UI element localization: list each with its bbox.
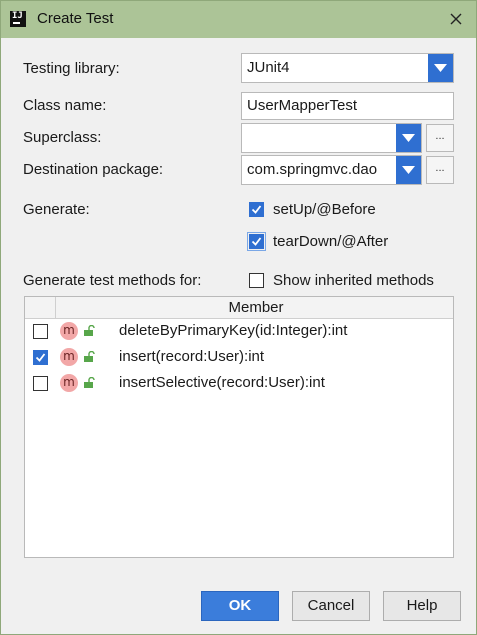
testing-library-label: Testing library: bbox=[23, 60, 120, 77]
destination-package-browse-button[interactable]: ... bbox=[426, 156, 454, 184]
generate-label: Generate: bbox=[23, 201, 90, 218]
member-column-header[interactable]: Member bbox=[25, 299, 477, 316]
superclass-browse-button[interactable]: ... bbox=[426, 124, 454, 152]
member-name: insertSelective(record:User):int bbox=[119, 374, 325, 391]
setup-label: setUp/@Before bbox=[273, 201, 376, 218]
generate-methods-label: Generate test methods for: bbox=[23, 272, 202, 289]
teardown-label: tearDown/@After bbox=[273, 233, 389, 250]
help-button[interactable]: Help bbox=[383, 591, 461, 621]
method-icon: m bbox=[60, 348, 78, 366]
show-inherited-checkbox[interactable] bbox=[249, 273, 264, 288]
close-icon[interactable] bbox=[444, 7, 468, 31]
table-row[interactable]: m insert(record:User):int bbox=[25, 345, 453, 371]
destination-package-label: Destination package: bbox=[23, 161, 164, 178]
chevron-down-icon[interactable] bbox=[428, 54, 453, 82]
method-icon: m bbox=[60, 322, 78, 340]
member-name: insert(record:User):int bbox=[119, 348, 265, 365]
window-title: Create Test bbox=[37, 10, 114, 27]
row-checkbox[interactable] bbox=[33, 324, 48, 339]
app-icon-text: IJ bbox=[12, 11, 23, 21]
cancel-button[interactable]: Cancel bbox=[292, 591, 370, 621]
table-row[interactable]: m deleteByPrimaryKey(id:Integer):int bbox=[25, 319, 453, 345]
superclass-label: Superclass: bbox=[23, 129, 102, 146]
chevron-down-icon[interactable] bbox=[396, 124, 421, 152]
testing-library-dropdown[interactable]: JUnit4 bbox=[241, 53, 454, 83]
chevron-down-icon[interactable] bbox=[396, 156, 421, 184]
create-test-dialog: IJ Create Test Testing library: JUnit4 C… bbox=[0, 0, 477, 635]
class-name-field[interactable]: UserMapperTest bbox=[241, 92, 454, 120]
table-header: Member bbox=[25, 297, 453, 319]
unlock-icon bbox=[84, 377, 95, 388]
method-icon: m bbox=[60, 374, 78, 392]
teardown-checkbox[interactable] bbox=[247, 232, 266, 251]
table-row[interactable]: m insertSelective(record:User):int bbox=[25, 371, 453, 397]
destination-package-combo[interactable]: com.springmvc.dao bbox=[241, 155, 422, 185]
superclass-combo[interactable] bbox=[241, 123, 422, 153]
members-table: Member m deleteByPrimaryKey(id:Integer):… bbox=[24, 296, 454, 558]
row-checkbox[interactable] bbox=[33, 350, 48, 365]
show-inherited-label: Show inherited methods bbox=[273, 272, 434, 289]
member-name: deleteByPrimaryKey(id:Integer):int bbox=[119, 322, 348, 339]
row-checkbox[interactable] bbox=[33, 376, 48, 391]
unlock-icon bbox=[84, 351, 95, 362]
destination-package-value: com.springmvc.dao bbox=[247, 161, 378, 178]
unlock-icon bbox=[84, 325, 95, 336]
ok-button[interactable]: OK bbox=[201, 591, 279, 621]
intellij-app-icon: IJ bbox=[10, 11, 26, 27]
class-name-label: Class name: bbox=[23, 97, 107, 114]
testing-library-value: JUnit4 bbox=[247, 59, 290, 76]
title-bar[interactable]: IJ Create Test bbox=[1, 1, 476, 38]
class-name-value: UserMapperTest bbox=[247, 97, 358, 114]
setup-checkbox[interactable] bbox=[249, 202, 264, 217]
